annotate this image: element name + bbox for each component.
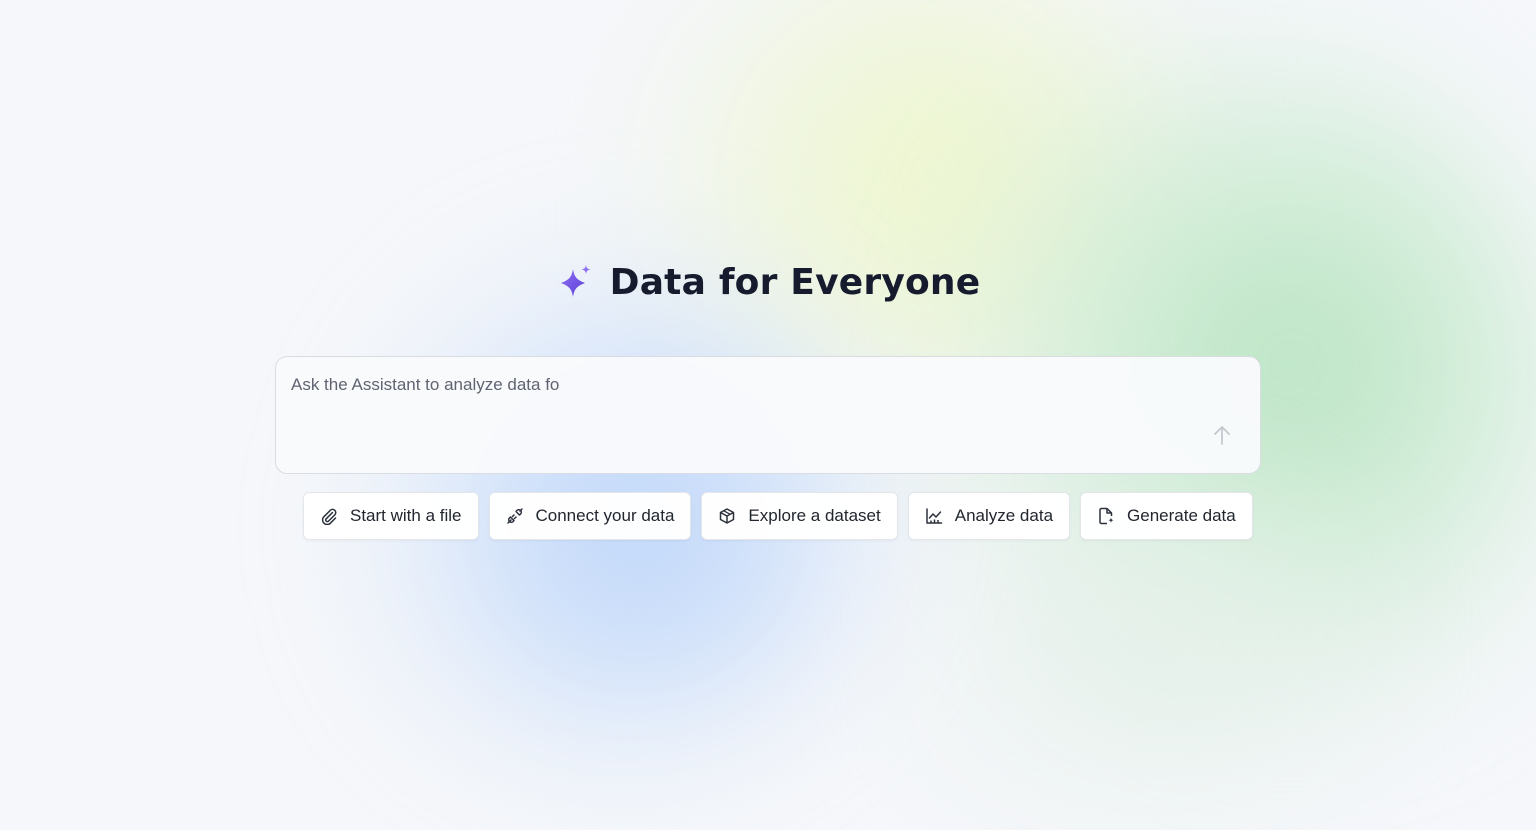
file-sparkle-icon xyxy=(1097,507,1115,525)
start-with-file-button[interactable]: Start with a file xyxy=(303,492,479,540)
plug-icon xyxy=(506,507,524,525)
chip-label: Generate data xyxy=(1127,506,1236,525)
page-title: Data for Everyone xyxy=(609,262,981,303)
generate-data-button[interactable]: Generate data xyxy=(1080,492,1253,540)
send-button[interactable] xyxy=(1210,423,1234,447)
chip-label: Analyze data xyxy=(954,506,1054,525)
analyze-data-button[interactable]: Analyze data xyxy=(907,492,1071,540)
sparkle-icon xyxy=(556,264,594,302)
chart-icon xyxy=(925,507,943,525)
connect-your-data-button[interactable]: Connect your data xyxy=(488,492,692,540)
hero-header: Data for Everyone xyxy=(0,262,1536,303)
paperclip-icon xyxy=(320,507,338,525)
prompt-input[interactable] xyxy=(291,375,1191,395)
chip-label: Connect your data xyxy=(535,506,675,525)
chip-label: Explore a dataset xyxy=(748,506,881,525)
arrow-up-icon xyxy=(1214,426,1230,445)
chip-label: Start with a file xyxy=(350,506,462,525)
suggestion-chips: Start with a file Connect your data Expl… xyxy=(303,492,1253,540)
prompt-box[interactable] xyxy=(275,356,1261,474)
cube-icon xyxy=(718,507,736,525)
explore-a-dataset-button[interactable]: Explore a dataset xyxy=(701,492,898,540)
